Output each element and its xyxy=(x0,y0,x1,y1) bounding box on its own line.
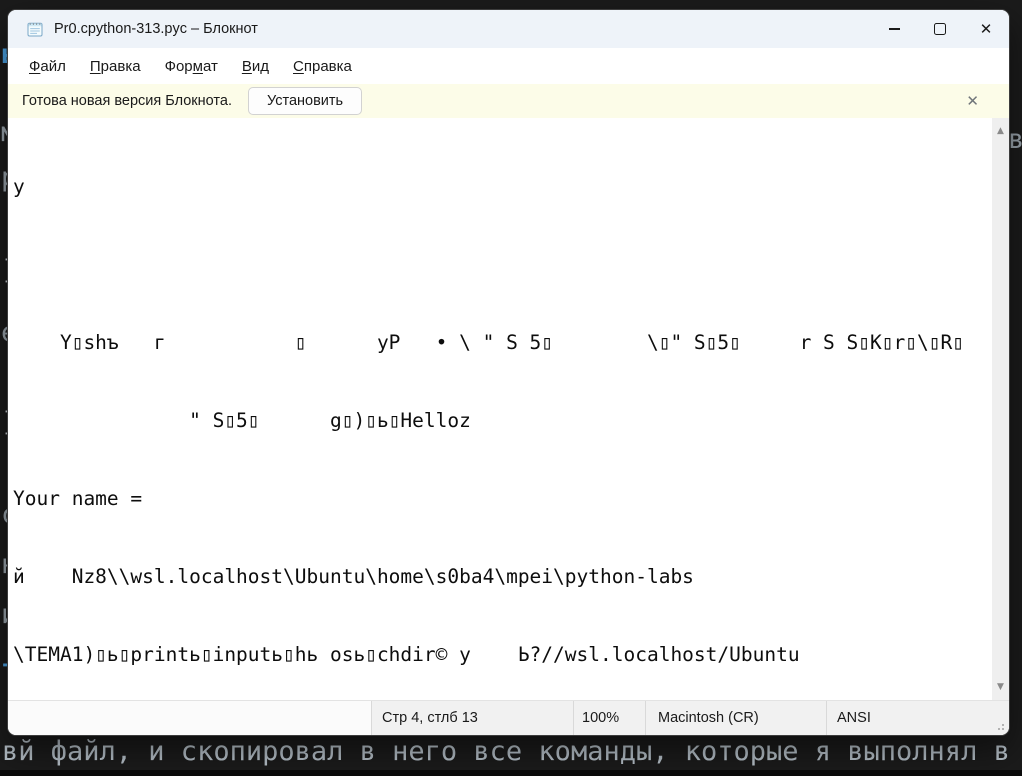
encoding: ANSI xyxy=(826,701,1009,735)
close-icon: ✕ xyxy=(980,20,993,38)
menu-item-view[interactable]: Вид xyxy=(231,54,280,79)
notification-close-icon[interactable]: ✕ xyxy=(966,92,979,110)
text-line: " S▯5▯ g▯)▯ь▯Helloz xyxy=(13,408,985,434)
menu-label-key: В xyxy=(242,58,252,75)
status-bar: Стр 4, стлб 13 100% Macintosh (CR) ANSI xyxy=(8,700,1009,735)
menu-label-part: правка xyxy=(304,58,352,75)
text-line: y xyxy=(13,174,985,200)
text-line: Y▯shъ г ▯ yP • \ " S 5▯ \▯" S▯5▯ r S S▯K… xyxy=(13,330,985,356)
background-terminal-text: вй файл, и скопировал в него все команды… xyxy=(2,736,1010,768)
document-text: y Y▯shъ г ▯ yP • \ " S 5▯ \▯" S▯5▯ r S S… xyxy=(8,118,1009,700)
close-button[interactable]: ✕ xyxy=(963,10,1009,48)
line-ending: Macintosh (CR) xyxy=(645,701,826,735)
notepad-window: Pr0.cpython-313.pyc – Блокнот ✕ Файл Пра… xyxy=(8,10,1009,735)
desktop: ь м p ] е ] с н и т в вй файл, и скопиро… xyxy=(0,0,1022,776)
background-terminal-glyph: в xyxy=(1008,125,1022,155)
minimize-button[interactable] xyxy=(871,10,917,48)
text-line: й Nz8\\wsl.localhost\Ubuntu\home\s0ba4\m… xyxy=(13,564,985,590)
text-line: \TEMA1)▯ь▯printь▯inputь▯hь osь▯chdir© y … xyxy=(13,642,985,668)
window-controls: ✕ xyxy=(871,10,1009,48)
scroll-up-icon[interactable]: ▲ xyxy=(992,126,1009,136)
install-button[interactable]: Установить xyxy=(248,87,362,115)
menu-item-edit[interactable]: Правка xyxy=(79,54,152,79)
text-editor[interactable]: y Y▯shъ г ▯ yP • \ " S 5▯ \▯" S▯5▯ r S S… xyxy=(8,118,1009,700)
menu-item-format[interactable]: Формат xyxy=(154,54,229,79)
menu-label-key: С xyxy=(293,58,304,75)
menu-label-part: айл xyxy=(40,58,65,75)
menu-label-part: равка xyxy=(101,58,141,75)
menu-label-key: П xyxy=(90,58,101,75)
menu-item-help[interactable]: Справка xyxy=(282,54,363,79)
zoom-level: 100% xyxy=(573,701,645,735)
menu-label-part: ид xyxy=(252,58,269,75)
maximize-button[interactable] xyxy=(917,10,963,48)
scroll-down-icon[interactable]: ▼ xyxy=(992,682,1009,692)
menu-label-part: Фор xyxy=(165,58,193,75)
notepad-icon xyxy=(26,20,44,38)
text-line: Your name = xyxy=(13,486,985,512)
menu-label-part: ат xyxy=(203,58,218,75)
minimize-icon xyxy=(889,28,900,30)
vertical-scrollbar[interactable]: ▲ ▼ xyxy=(992,118,1009,700)
menu-bar: Файл Правка Формат Вид Справка xyxy=(8,48,1009,84)
menu-label-key: Ф xyxy=(29,58,40,75)
status-spacer xyxy=(8,701,371,735)
cursor-position: Стр 4, стлб 13 xyxy=(371,701,573,735)
window-title: Pr0.cpython-313.pyc – Блокнот xyxy=(54,21,258,37)
text-line xyxy=(13,252,985,278)
resize-grip[interactable] xyxy=(1002,728,1004,730)
update-notification-bar: Готова новая версия Блокнота. Установить… xyxy=(8,84,1009,118)
background-bottom-strip xyxy=(0,770,1022,776)
menu-label-key: м xyxy=(193,58,203,75)
notification-message: Готова новая версия Блокнота. xyxy=(22,93,232,109)
maximize-icon xyxy=(934,23,946,35)
menu-item-file[interactable]: Файл xyxy=(18,54,77,79)
title-bar[interactable]: Pr0.cpython-313.pyc – Блокнот ✕ xyxy=(8,10,1009,48)
